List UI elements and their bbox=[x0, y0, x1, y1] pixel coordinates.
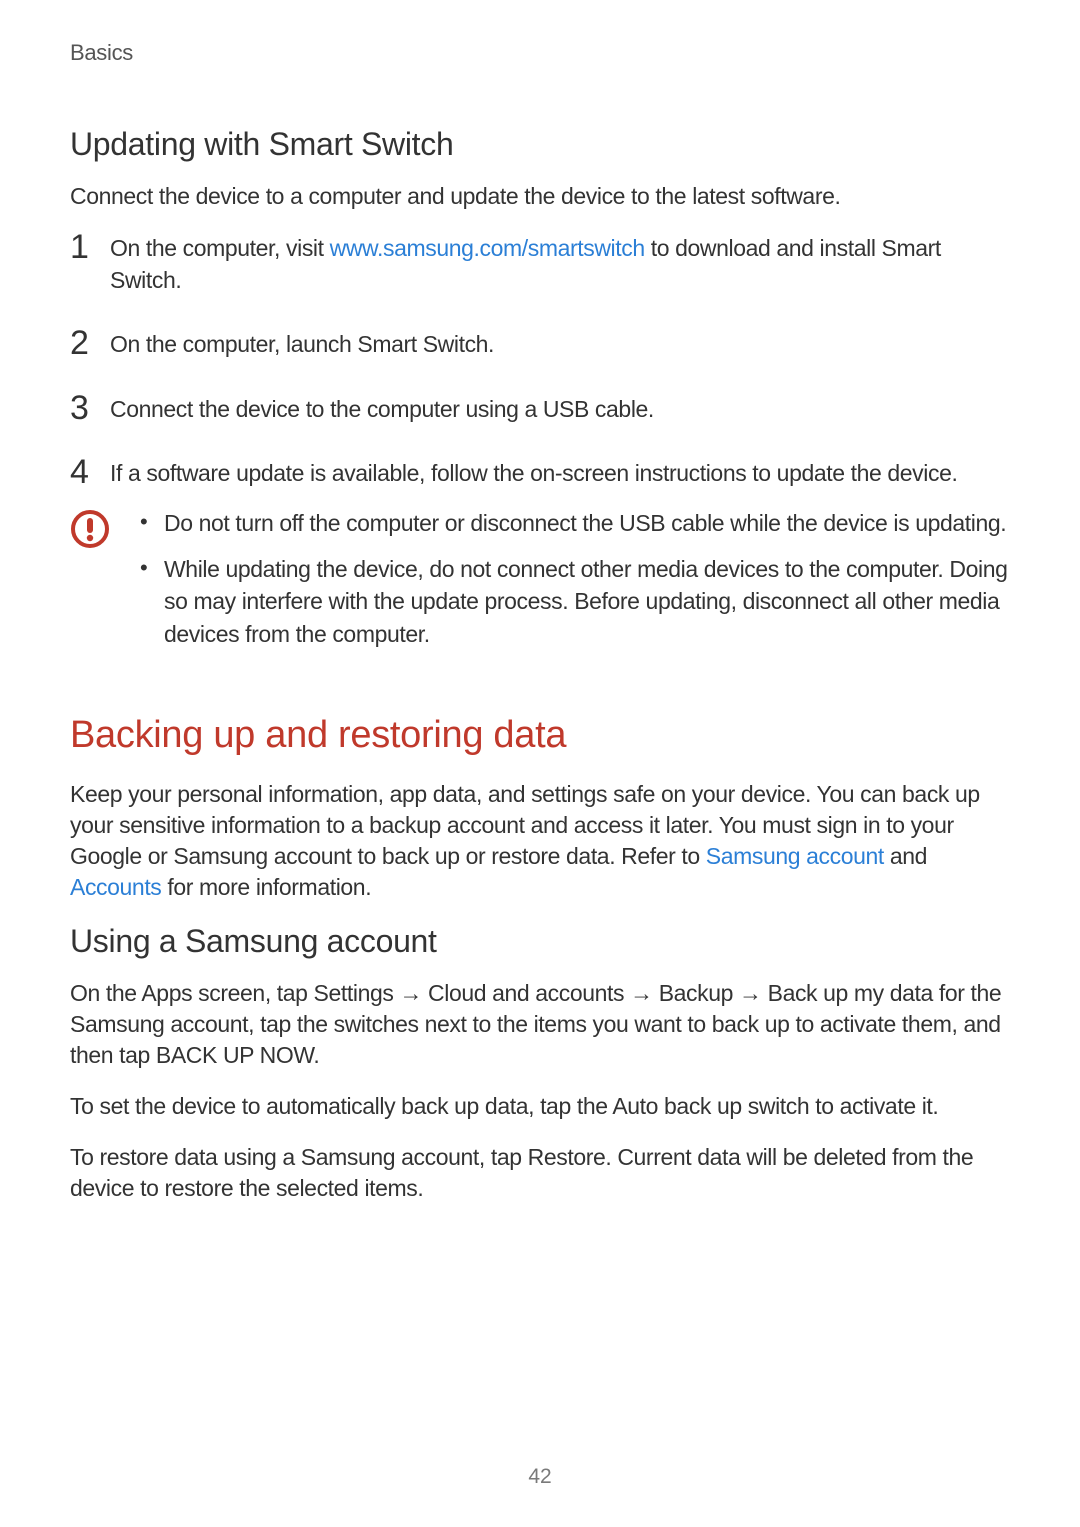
intro-backing-up-post: for more information. bbox=[161, 874, 371, 900]
link-accounts[interactable]: Accounts bbox=[70, 874, 161, 900]
caution-list: Do not turn off the computer or disconne… bbox=[140, 507, 1010, 664]
caution-item-2: While updating the device, do not connec… bbox=[140, 553, 1010, 650]
step-2: On the computer, launch Smart Switch. bbox=[70, 328, 1010, 360]
caution-icon bbox=[70, 509, 110, 549]
intro-backing-up: Keep your personal information, app data… bbox=[70, 779, 1010, 903]
intro-backing-up-mid: and bbox=[884, 843, 927, 869]
caution-item-1: Do not turn off the computer or disconne… bbox=[140, 507, 1010, 539]
steps-list: On the computer, visit www.samsung.com/s… bbox=[70, 232, 1010, 489]
heading-updating-smart-switch: Updating with Smart Switch bbox=[70, 126, 1010, 163]
link-smartswitch-url[interactable]: www.samsung.com/smartswitch bbox=[330, 235, 645, 261]
step-4: If a software update is available, follo… bbox=[70, 457, 1010, 489]
samsung-account-p1: On the Apps screen, tap Settings → Cloud… bbox=[70, 978, 1010, 1071]
breadcrumb: Basics bbox=[70, 40, 1010, 66]
intro-smart-switch: Connect the device to a computer and upd… bbox=[70, 181, 1010, 212]
step-1-pre: On the computer, visit bbox=[110, 235, 330, 261]
samsung-account-p2: To set the device to automatically back … bbox=[70, 1091, 1010, 1122]
heading-using-samsung-account: Using a Samsung account bbox=[70, 923, 1010, 960]
link-samsung-account[interactable]: Samsung account bbox=[706, 843, 884, 869]
step-3: Connect the device to the computer using… bbox=[70, 393, 1010, 425]
page-number: 42 bbox=[528, 1465, 551, 1489]
caution-block: Do not turn off the computer or disconne… bbox=[70, 507, 1010, 664]
samsung-account-p3: To restore data using a Samsung account,… bbox=[70, 1142, 1010, 1204]
heading-backing-up: Backing up and restoring data bbox=[70, 714, 1010, 757]
step-1: On the computer, visit www.samsung.com/s… bbox=[70, 232, 1010, 296]
